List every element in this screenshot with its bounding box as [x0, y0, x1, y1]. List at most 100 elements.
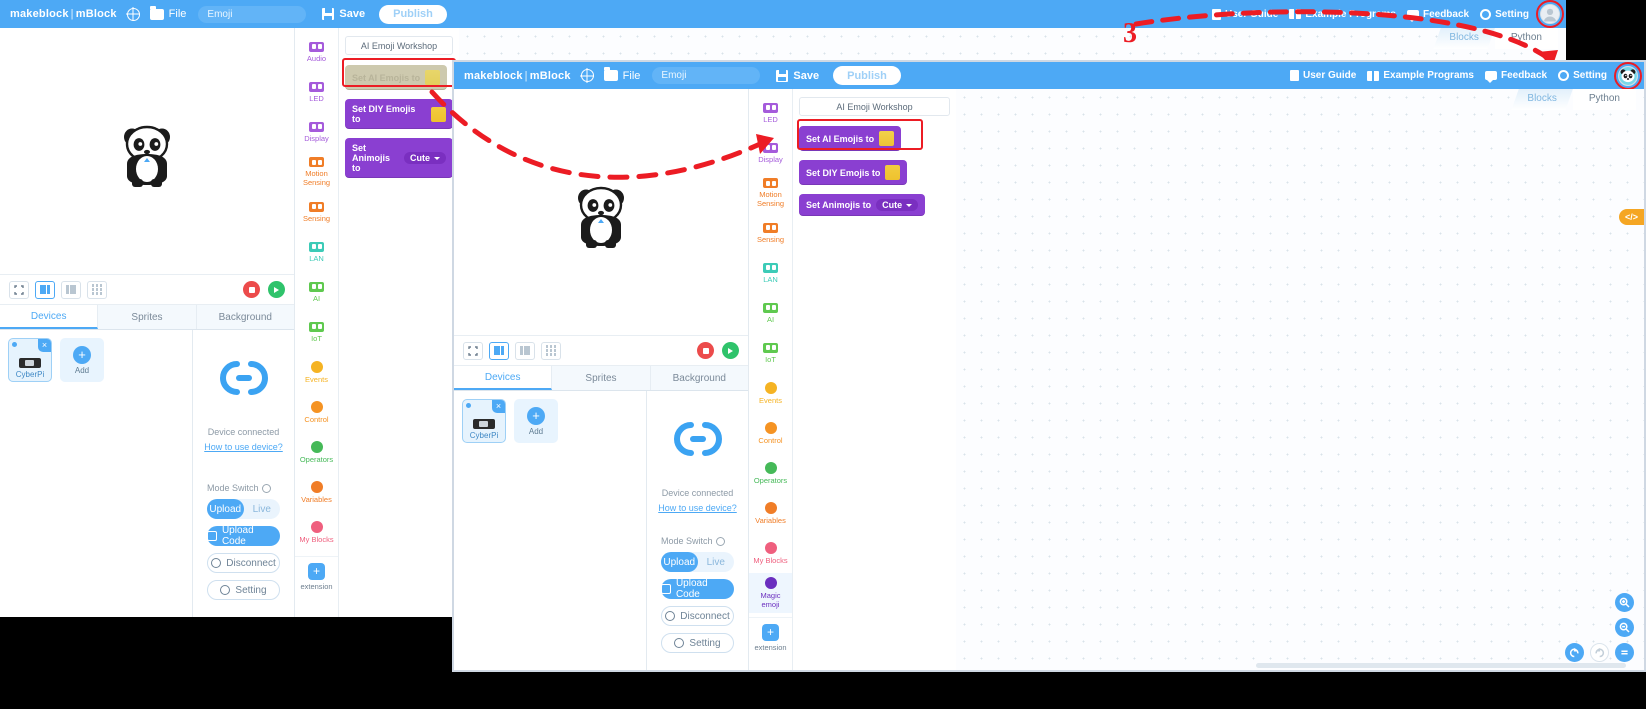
extension-button[interactable]: + extension	[749, 617, 792, 657]
category-events[interactable]: Events	[295, 352, 338, 392]
category-led[interactable]: LED	[295, 72, 338, 112]
add-device-button[interactable]: + Add	[514, 399, 558, 443]
close-icon[interactable]: ×	[38, 339, 51, 352]
user-guide-button[interactable]: User Guide	[1212, 8, 1278, 20]
block-set-animojis[interactable]: Set Animojis to Cute	[799, 194, 926, 216]
extension-button[interactable]: + extension	[295, 556, 338, 596]
category-operators[interactable]: Operators	[749, 453, 792, 493]
green-flag-button[interactable]	[268, 281, 285, 298]
stage-front[interactable]	[454, 89, 748, 336]
fullscreen-icon[interactable]	[463, 341, 483, 360]
tab-sprites[interactable]: Sprites	[98, 305, 197, 329]
upload-code-button[interactable]: Upload Code	[207, 525, 280, 547]
category-events[interactable]: Events	[749, 373, 792, 413]
stage-back[interactable]	[0, 28, 294, 275]
tab-blocks[interactable]: Blocks	[1511, 89, 1573, 110]
category-lan[interactable]: LAN	[295, 232, 338, 272]
user-avatar-front[interactable]	[1614, 62, 1642, 90]
folder-icon[interactable]	[603, 67, 618, 81]
code-canvas-front[interactable]: Blocks Python </>	[956, 89, 1644, 670]
save-button[interactable]: Save	[776, 69, 819, 82]
globe-icon[interactable]	[580, 69, 594, 82]
mode-upload-option[interactable]: Upload	[207, 504, 244, 515]
category-iot[interactable]: IoT	[295, 312, 338, 352]
setting-button[interactable]: Setting	[1480, 8, 1529, 20]
category-audio[interactable]: Audio	[295, 32, 338, 72]
file-menu[interactable]: File	[623, 70, 641, 82]
category-my-blocks[interactable]: My Blocks	[295, 512, 338, 552]
tab-sprites[interactable]: Sprites	[552, 366, 651, 390]
mode-toggle[interactable]: Upload Live	[661, 552, 734, 572]
publish-button[interactable]: Publish	[833, 66, 901, 85]
mode-upload-option[interactable]: Upload	[661, 557, 698, 568]
how-to-use-device-link[interactable]: How to use device?	[658, 503, 737, 513]
tab-python[interactable]: Python	[1572, 89, 1636, 110]
help-icon[interactable]	[261, 483, 271, 493]
project-name-input[interactable]: Emoji	[198, 5, 307, 23]
how-to-use-device-link[interactable]: How to use device?	[204, 442, 283, 452]
feedback-button[interactable]: Feedback	[1406, 9, 1469, 22]
device-setting-button[interactable]: Setting	[207, 580, 280, 600]
canvas-horizontal-scrollbar[interactable]	[1256, 663, 1626, 668]
device-card-cyberpi[interactable]: × CyberPi	[462, 399, 506, 443]
publish-button[interactable]: Publish	[379, 4, 447, 24]
small-stage-icon[interactable]	[35, 280, 55, 299]
fullscreen-icon[interactable]	[9, 280, 29, 299]
category-control[interactable]: Control	[295, 392, 338, 432]
help-icon[interactable]	[715, 536, 725, 546]
add-device-button[interactable]: + Add	[60, 338, 104, 382]
device-setting-button[interactable]: Setting	[661, 633, 734, 653]
category-rail-front[interactable]: LED Display Motion Sensing Sensing LAN AI IoT E…	[749, 89, 793, 670]
user-avatar-back[interactable]	[1536, 0, 1564, 28]
project-name-input[interactable]: Emoji	[652, 67, 761, 84]
zoom-in-button[interactable]	[1615, 593, 1634, 612]
disconnect-button[interactable]: Disconnect	[207, 553, 280, 573]
folder-icon[interactable]	[149, 5, 164, 20]
green-flag-button[interactable]	[722, 342, 739, 359]
device-card-cyberpi[interactable]: × CyberPi	[8, 338, 52, 382]
setting-button[interactable]: Setting	[1558, 70, 1607, 81]
zoom-out-button[interactable]	[1615, 618, 1634, 637]
grid-stage-icon[interactable]	[541, 341, 561, 360]
close-icon[interactable]: ×	[492, 400, 505, 413]
undo-button[interactable]	[1565, 643, 1584, 662]
tab-background[interactable]: Background	[197, 305, 294, 329]
tab-python[interactable]: Python	[1494, 28, 1558, 49]
large-stage-icon[interactable]	[515, 341, 535, 360]
example-programs-button[interactable]: Example Programs	[1367, 70, 1474, 81]
feedback-button[interactable]: Feedback	[1484, 70, 1547, 83]
category-motion-sensing[interactable]: Motion Sensing	[295, 152, 338, 192]
category-sensing[interactable]: Sensing	[749, 213, 792, 253]
stop-button[interactable]	[243, 281, 260, 298]
tab-blocks[interactable]: Blocks	[1433, 28, 1495, 49]
category-iot[interactable]: IoT	[749, 333, 792, 373]
category-operators[interactable]: Operators	[295, 432, 338, 472]
category-sensing[interactable]: Sensing	[295, 192, 338, 232]
category-variables[interactable]: Variables	[295, 472, 338, 512]
category-led[interactable]: LED	[749, 93, 792, 133]
animoji-dropdown[interactable]: Cute	[404, 152, 446, 164]
category-ai[interactable]: AI	[295, 272, 338, 312]
animoji-dropdown[interactable]: Cute	[876, 199, 919, 211]
category-display[interactable]: Display	[749, 133, 792, 173]
tab-devices[interactable]: Devices	[0, 305, 99, 329]
category-ai[interactable]: AI	[749, 293, 792, 333]
reset-zoom-button[interactable]	[1615, 643, 1634, 662]
large-stage-icon[interactable]	[61, 280, 81, 299]
save-button[interactable]: Save	[322, 8, 365, 20]
block-set-animojis[interactable]: Set Animojis to Cute	[345, 138, 453, 178]
block-set-diy-emojis[interactable]: Set DIY Emojis to	[799, 160, 908, 185]
example-programs-button[interactable]: Example Programs	[1289, 9, 1396, 20]
tab-background[interactable]: Background	[651, 366, 748, 390]
code-toggle-button[interactable]: </>	[1618, 209, 1644, 225]
category-rail-back[interactable]: Audio LED Display Motion Sensing Sensing LAN A…	[295, 28, 339, 617]
block-set-diy-emojis[interactable]: Set DIY Emojis to	[345, 99, 453, 129]
category-magic-emoji[interactable]: Magic emoji	[749, 573, 792, 613]
mode-toggle[interactable]: Upload Live	[207, 499, 280, 519]
mode-live-option[interactable]: Live	[244, 504, 281, 515]
category-my-blocks[interactable]: My Blocks	[749, 533, 792, 573]
stop-button[interactable]	[697, 342, 714, 359]
disconnect-button[interactable]: Disconnect	[661, 606, 734, 626]
user-guide-button[interactable]: User Guide	[1290, 70, 1356, 81]
small-stage-icon[interactable]	[489, 341, 509, 360]
